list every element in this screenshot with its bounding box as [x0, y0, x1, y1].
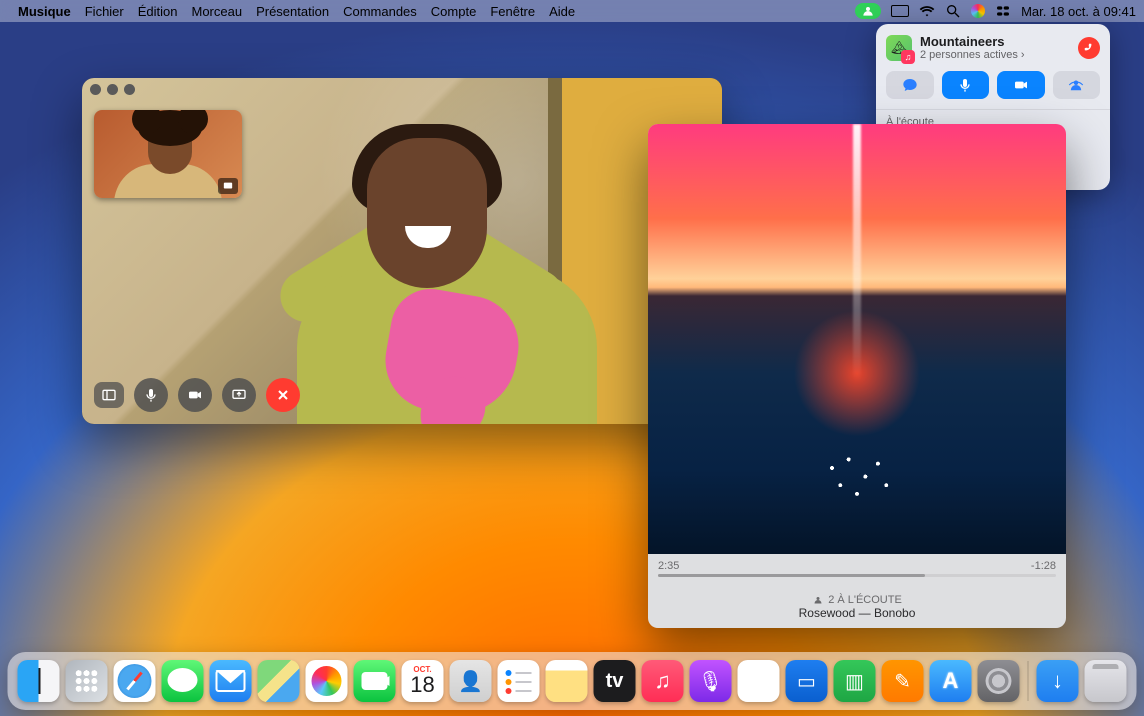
dock-music[interactable] [642, 660, 684, 702]
messages-button[interactable] [886, 71, 934, 99]
dock-appstore[interactable] [930, 660, 972, 702]
now-playing-window: 2:35 -1:28 2 À L'ÉCOUTE Rosewood — Bonob… [648, 124, 1066, 628]
facetime-controls [94, 378, 300, 412]
time-remaining: -1:28 [1031, 560, 1056, 572]
share-screen-button[interactable] [222, 378, 256, 412]
menu-help[interactable]: Aide [549, 4, 575, 19]
spotlight-icon[interactable] [945, 3, 961, 19]
video-toggle-button[interactable] [178, 378, 212, 412]
sidebar-toggle-button[interactable] [94, 382, 124, 408]
mute-button[interactable] [134, 378, 168, 412]
dock-keynote[interactable]: ▭ [786, 660, 828, 702]
app-menu[interactable]: Musique [18, 4, 71, 19]
dock-news[interactable]: N [738, 660, 780, 702]
dock-facetime[interactable] [354, 660, 396, 702]
menubar-clock[interactable]: Mar. 18 oct. à 09:41 [1021, 4, 1136, 19]
dock-maps[interactable] [258, 660, 300, 702]
group-subtitle: 2 personnes actives [920, 49, 1070, 61]
shareplay-button[interactable] [1053, 71, 1101, 99]
dock-launchpad[interactable] [66, 660, 108, 702]
menu-controls[interactable]: Commandes [343, 4, 417, 19]
facetime-window [82, 78, 722, 424]
dock-messages[interactable] [162, 660, 204, 702]
mic-button[interactable] [942, 71, 990, 99]
now-playing-title: Rosewood — Bonobo [658, 606, 1056, 620]
window-controls[interactable] [90, 84, 135, 95]
dock-pages[interactable]: ✎ [882, 660, 924, 702]
menu-track[interactable]: Morceau [192, 4, 243, 19]
album-artwork [648, 124, 1066, 554]
time-elapsed: 2:35 [658, 560, 679, 572]
dock-photos[interactable] [306, 660, 348, 702]
dock-settings[interactable] [978, 660, 1020, 702]
end-call-button[interactable] [266, 378, 300, 412]
control-center-icon[interactable] [995, 3, 1011, 19]
dock-separator [1028, 661, 1029, 701]
battery-icon[interactable] [891, 5, 909, 17]
pip-expand-icon[interactable] [218, 178, 238, 194]
group-info[interactable]: Mountaineers 2 personnes actives [920, 34, 1070, 61]
facetime-self-view[interactable] [94, 110, 242, 198]
listeners-badge: 2 À L'ÉCOUTE [658, 594, 1056, 606]
camera-button[interactable] [997, 71, 1045, 99]
leave-call-button[interactable] [1078, 37, 1100, 59]
dock-mail[interactable] [210, 660, 252, 702]
menu-window[interactable]: Fenêtre [490, 4, 535, 19]
dock-numbers[interactable]: ▥ [834, 660, 876, 702]
group-name: Mountaineers [920, 34, 1070, 49]
dock-safari[interactable] [114, 660, 156, 702]
dock-tv[interactable]: tv [594, 660, 636, 702]
menu-file[interactable]: Fichier [85, 4, 124, 19]
shareplay-status-icon[interactable] [855, 3, 881, 19]
menubar: Musique Fichier Édition Morceau Présenta… [0, 0, 1144, 22]
dock-downloads[interactable] [1037, 660, 1079, 702]
dock-reminders[interactable] [498, 660, 540, 702]
dock-trash[interactable] [1085, 660, 1127, 702]
playback-scrubber[interactable] [658, 574, 1056, 577]
wifi-icon[interactable] [919, 3, 935, 19]
dock-notes[interactable] [546, 660, 588, 702]
dock-finder[interactable] [18, 660, 60, 702]
dock-contacts[interactable]: 👤 [450, 660, 492, 702]
group-avatar-icon: 🏔 [886, 35, 912, 61]
dock: oct. 18 👤 tv 🎙 N ▭ ▥ ✎ [8, 652, 1137, 710]
menu-edit[interactable]: Édition [138, 4, 178, 19]
dock-calendar[interactable]: oct. 18 [402, 660, 444, 702]
menubar-status: Mar. 18 oct. à 09:41 [855, 3, 1136, 19]
menu-view[interactable]: Présentation [256, 4, 329, 19]
menu-account[interactable]: Compte [431, 4, 477, 19]
siri-icon[interactable] [971, 4, 985, 18]
dock-podcasts[interactable]: 🎙 [690, 660, 732, 702]
